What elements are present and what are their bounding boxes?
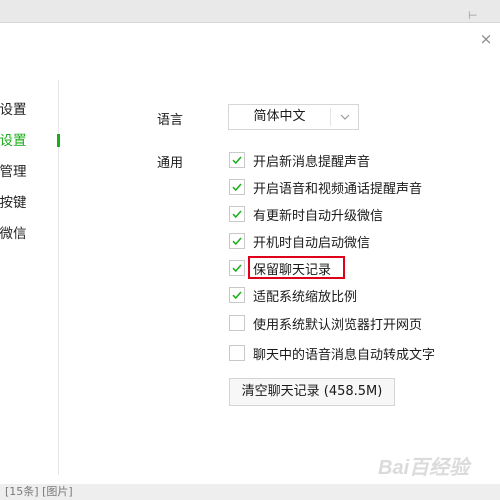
background-window-strip: ⊢ xyxy=(0,0,500,22)
sidebar-item-account[interactable]: 号设置 xyxy=(0,100,27,120)
sidebar-active-indicator xyxy=(57,134,60,147)
option-label: 开启语音和视频通话提醒声音 xyxy=(253,181,423,197)
checkmark-icon xyxy=(232,291,242,300)
watermark: Bai百经验 xyxy=(378,457,470,479)
general-label: 通用 xyxy=(157,156,184,171)
clear-chat-history-button[interactable]: 清空聊天记录 (458.5M) xyxy=(229,378,395,406)
checkbox[interactable] xyxy=(229,152,245,168)
checkmark-icon xyxy=(232,237,242,246)
checkmark-icon xyxy=(232,264,242,273)
sidebar-item-general[interactable]: 用设置 xyxy=(0,131,27,151)
checkbox[interactable] xyxy=(229,345,245,361)
sidebar-item-about[interactable]: 于微信 xyxy=(0,224,27,244)
sidebar-item-files[interactable]: 件管理 xyxy=(0,162,27,182)
option-label: 聊天中的语音消息自动转成文字 xyxy=(253,347,436,363)
checkmark-icon xyxy=(232,183,242,192)
sidebar-item-shortcuts[interactable]: 捷按键 xyxy=(0,193,27,213)
settings-dialog: s × xyxy=(0,22,500,484)
checkmark-icon xyxy=(232,210,242,219)
option-voice-to-text: 聊天中的语音消息自动转成文字 xyxy=(229,344,436,363)
highlight-box xyxy=(248,256,345,279)
option-call-sound: 开启语音和视频通话提醒声音 xyxy=(229,178,423,197)
option-auto-update: 有更新时自动升级微信 xyxy=(229,205,384,224)
option-label: 适配系统缩放比例 xyxy=(253,289,358,305)
checkbox[interactable] xyxy=(229,315,245,331)
option-label: 开启新消息提醒声音 xyxy=(253,154,371,170)
option-auto-start: 开机时自动启动微信 xyxy=(229,232,371,251)
checkbox[interactable] xyxy=(229,287,245,303)
checkbox[interactable] xyxy=(229,260,245,276)
language-label: 语言 xyxy=(157,113,184,128)
pin-icon: ⊢ xyxy=(468,9,478,22)
option-new-message-sound: 开启新消息提醒声音 xyxy=(229,151,371,170)
option-label: 开机时自动启动微信 xyxy=(253,235,371,251)
checkbox[interactable] xyxy=(229,233,245,249)
option-system-scaling: 适配系统缩放比例 xyxy=(229,286,358,305)
select-separator xyxy=(330,108,331,126)
option-label: 有更新时自动升级微信 xyxy=(253,208,384,224)
close-icon[interactable]: × xyxy=(476,29,496,49)
checkbox[interactable] xyxy=(229,179,245,195)
checkmark-icon xyxy=(232,156,242,165)
option-default-browser: 使用系统默认浏览器打开网页 xyxy=(229,314,423,333)
option-label: 使用系统默认浏览器打开网页 xyxy=(253,317,423,333)
chevron-down-icon xyxy=(340,114,350,120)
background-message-preview: [15条] [图片] xyxy=(5,485,73,498)
checkbox[interactable] xyxy=(229,206,245,222)
background-bottom-bar: [15条] [图片] xyxy=(0,484,500,500)
language-select[interactable]: 简体中文 xyxy=(228,104,359,130)
language-value: 简体中文 xyxy=(253,109,306,124)
